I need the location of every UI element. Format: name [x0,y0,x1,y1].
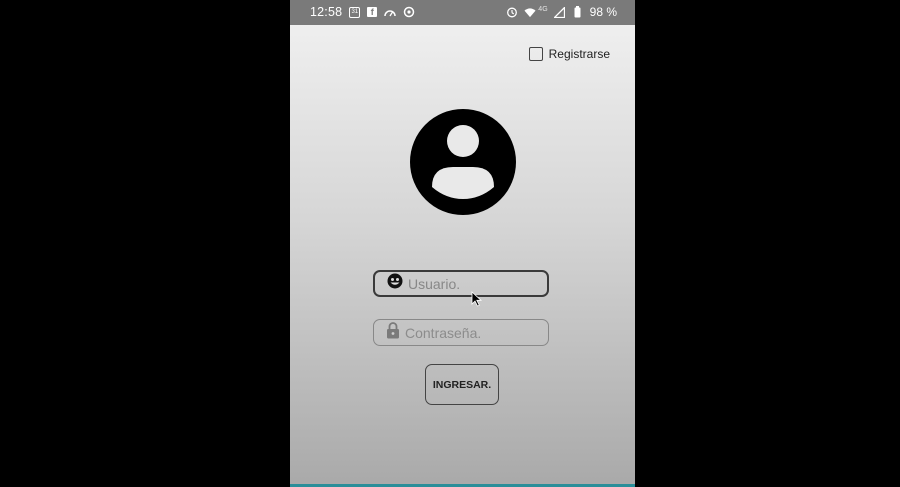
status-time: 12:58 [310,5,343,19]
status-bar: 12:58 31 f 4G 98 % [290,0,635,25]
signal-icon [554,6,566,18]
status-right: 4G 98 % [506,5,617,19]
register-label: Registrarse [548,47,610,61]
battery-percent: 98 % [589,5,617,19]
login-button[interactable]: INGRESAR. [425,364,499,405]
username-field[interactable] [373,270,549,297]
password-input[interactable] [405,324,545,341]
alarm-icon [506,6,518,18]
wifi-icon [524,6,536,18]
calendar-icon: 31 [349,6,361,18]
sync-icon [403,6,415,18]
password-field[interactable] [373,319,549,346]
register-checkbox[interactable] [528,47,543,61]
user-avatar-icon [410,109,516,215]
register-toggle[interactable]: Registrarse [528,47,610,61]
username-input[interactable] [408,275,548,292]
mouse-pointer-icon [471,291,483,307]
gauge-icon [384,6,397,18]
network-type-label: 4G [538,5,548,13]
lock-icon [386,321,400,344]
phone-screen: 12:58 31 f 4G 98 % Registrarse Usuario. … [290,0,635,487]
facebook-icon: f [367,7,378,17]
user-face-icon [387,273,403,294]
battery-icon [572,6,584,18]
status-left: 12:58 31 f [310,5,415,19]
